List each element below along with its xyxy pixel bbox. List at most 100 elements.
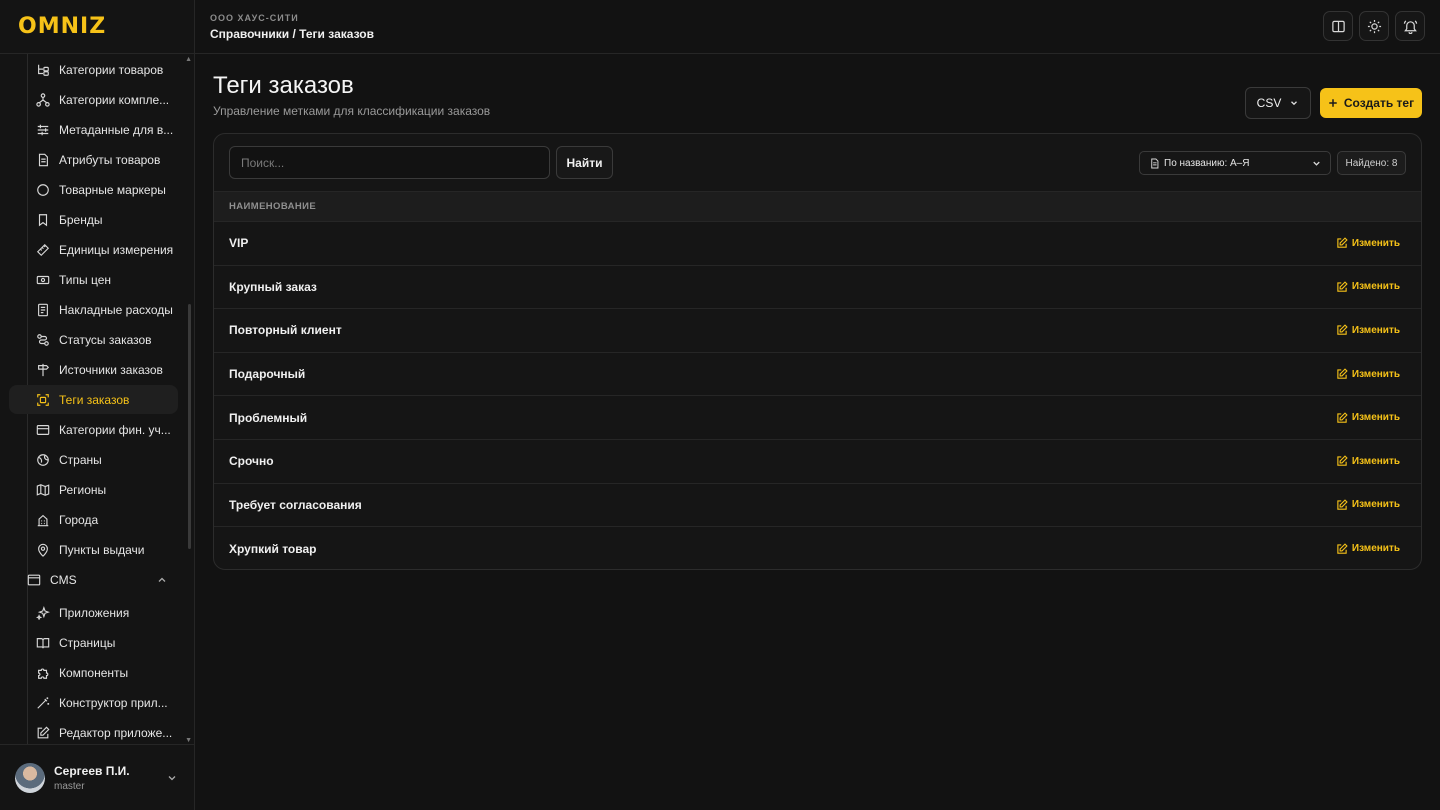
sidebar-item-order-statuses[interactable]: Статусы заказов <box>9 325 178 354</box>
sidebar-item-pages[interactable]: Страницы <box>9 628 178 657</box>
map-pin-icon <box>38 543 48 557</box>
sidebar-item-finance-categories[interactable]: Категории фин. уч... <box>9 415 178 444</box>
table-row[interactable]: Повторный клиент Изменить <box>214 309 1421 353</box>
table-row[interactable]: VIP Изменить <box>214 222 1421 266</box>
edit-button[interactable]: Изменить <box>1336 281 1400 293</box>
sidebar-item-metadata[interactable]: Метаданные для в... <box>9 115 178 144</box>
plus-icon <box>1329 99 1337 107</box>
edit-button[interactable]: Изменить <box>1336 324 1400 336</box>
breadcrumb: Справочники / Теги заказов <box>210 27 374 41</box>
sidebar-item-overheads[interactable]: Накладные расходы <box>9 295 178 324</box>
sidebar-item-label: Накладные расходы <box>59 302 173 317</box>
sidebar-item-product-attributes[interactable]: Атрибуты товаров <box>9 145 178 174</box>
edit-button[interactable]: Изменить <box>1336 499 1400 511</box>
sidebar-item-units[interactable]: Единицы измерения <box>9 235 178 264</box>
edit-icon <box>1337 543 1348 554</box>
sidebar-item-label: Атрибуты товаров <box>59 152 161 167</box>
sidebar-item-regions[interactable]: Регионы <box>9 475 178 504</box>
circle-icon <box>37 183 49 196</box>
sidebar-item-label: Категории товаров <box>59 62 164 77</box>
edit-label: Изменить <box>1351 324 1400 336</box>
sidebar-item-cities[interactable]: Города <box>9 505 178 534</box>
category-tree-icon <box>38 64 49 76</box>
logo[interactable]: OMNIZ <box>0 0 194 54</box>
sidebar-item-kit-categories[interactable]: Категории компле... <box>9 85 178 114</box>
sort-select[interactable]: По названию: А–Я <box>1139 151 1331 175</box>
scroll-down-icon[interactable]: ▼ <box>185 737 192 744</box>
table-row[interactable]: Крупный заказ Изменить <box>214 266 1421 310</box>
sidebar-item-apps[interactable]: Приложения <box>9 598 178 627</box>
tag-name: Срочно <box>229 454 274 469</box>
sidebar-item-label: Конструктор прил... <box>59 695 168 710</box>
table-row[interactable]: Подарочный Изменить <box>214 353 1421 397</box>
sidebar-item-pickup-points[interactable]: Пункты выдачи <box>9 535 178 564</box>
sidebar-item-brands[interactable]: Бренды <box>9 205 178 234</box>
edit-button[interactable]: Изменить <box>1336 543 1400 555</box>
edit-button[interactable]: Изменить <box>1336 237 1400 249</box>
sidebar-item-label: Пункты выдачи <box>59 542 145 557</box>
search-input[interactable] <box>229 146 550 179</box>
chevron-down-icon <box>1291 101 1298 106</box>
scroll-up-icon[interactable]: ▲ <box>185 56 192 63</box>
user-menu[interactable]: Сергеев П.И. master <box>0 744 194 810</box>
avatar <box>15 762 45 793</box>
theme-toggle-button[interactable] <box>1359 11 1389 41</box>
found-count-badge: Найдено: 8 <box>1337 151 1406 175</box>
docs-button[interactable] <box>1323 11 1353 41</box>
sidebar-item-components[interactable]: Компоненты <box>9 658 178 687</box>
notifications-button[interactable] <box>1395 11 1425 41</box>
bookmark-icon <box>38 213 48 226</box>
sidebar-item-app-builder[interactable]: Конструктор прил... <box>9 688 178 717</box>
sidebar-item-app-editor[interactable]: Редактор приложе... <box>9 718 178 744</box>
sidebar-item-label: Приложения <box>59 605 130 620</box>
csv-button[interactable]: CSV <box>1245 87 1311 119</box>
page-subtitle: Управление метками для классификации зак… <box>213 104 491 118</box>
sidebar-item-label: Регионы <box>59 482 107 497</box>
edit-icon <box>1337 324 1348 336</box>
table-row[interactable]: Проблемный Изменить <box>214 396 1421 440</box>
edit-label: Изменить <box>1351 412 1400 424</box>
sidebar-item-product-markers[interactable]: Товарные маркеры <box>9 175 178 204</box>
csv-label: CSV <box>1256 96 1282 110</box>
edit-button[interactable]: Изменить <box>1336 455 1400 467</box>
bell-icon <box>1403 19 1417 34</box>
sidebar-group-cms[interactable]: CMS <box>27 567 177 593</box>
tag-name: Хрупкий товар <box>229 541 317 556</box>
sidebar-group-label: CMS <box>50 573 77 587</box>
browser-window-icon <box>27 574 41 586</box>
building-icon <box>37 514 49 526</box>
sidebar-scrollbar[interactable] <box>188 304 191 549</box>
chevron-down-icon <box>168 775 176 780</box>
sidebar-item-label: Страницы <box>59 635 116 650</box>
edit-button[interactable]: Изменить <box>1336 412 1400 424</box>
sidebar-item-label: Компоненты <box>59 665 129 680</box>
sidebar-item-countries[interactable]: Страны <box>9 445 178 474</box>
sidebar-item-price-types[interactable]: Типы цен <box>9 265 178 294</box>
table-row[interactable]: Требует согласования Изменить <box>214 484 1421 528</box>
edit-label: Изменить <box>1351 237 1400 249</box>
create-tag-button[interactable]: Создать тег <box>1320 88 1422 118</box>
sidebar-item-label: Редактор приложе... <box>59 725 173 740</box>
sidebar-item-product-categories[interactable]: Категории товаров <box>9 55 178 84</box>
find-button[interactable]: Найти <box>556 146 613 179</box>
table-row[interactable]: Срочно Изменить <box>214 440 1421 484</box>
edit-icon <box>1337 368 1348 379</box>
table-header: НАИМЕНОВАНИЕ <box>214 191 1421 222</box>
sidebar-item-order-tags[interactable]: Теги заказов <box>9 385 178 414</box>
tags-card: Найти По названию: А–Я Найдено: 8 НАИМЕН… <box>213 133 1422 570</box>
edit-label: Изменить <box>1351 368 1400 380</box>
edit-button[interactable]: Изменить <box>1336 368 1400 380</box>
sidebar-item-label: Статусы заказов <box>59 332 152 347</box>
sidebar-item-label: Бренды <box>59 212 103 227</box>
table-row[interactable]: Хрупкий товар Изменить <box>214 527 1421 569</box>
user-info: Сергеев П.И. master <box>54 764 130 792</box>
sidebar-item-order-sources[interactable]: Источники заказов <box>9 355 178 384</box>
banknote-icon <box>36 275 50 284</box>
sun-icon <box>1367 19 1381 33</box>
main-content: ООО ХАУС-СИТИ Справочники / Теги заказов… <box>195 0 1440 810</box>
edit-icon <box>1337 237 1348 248</box>
tag-name: Проблемный <box>229 410 308 425</box>
chevron-down-icon <box>1313 161 1320 166</box>
sidebar-item-label: Категории фин. уч... <box>59 422 171 437</box>
document-icon <box>38 153 48 166</box>
